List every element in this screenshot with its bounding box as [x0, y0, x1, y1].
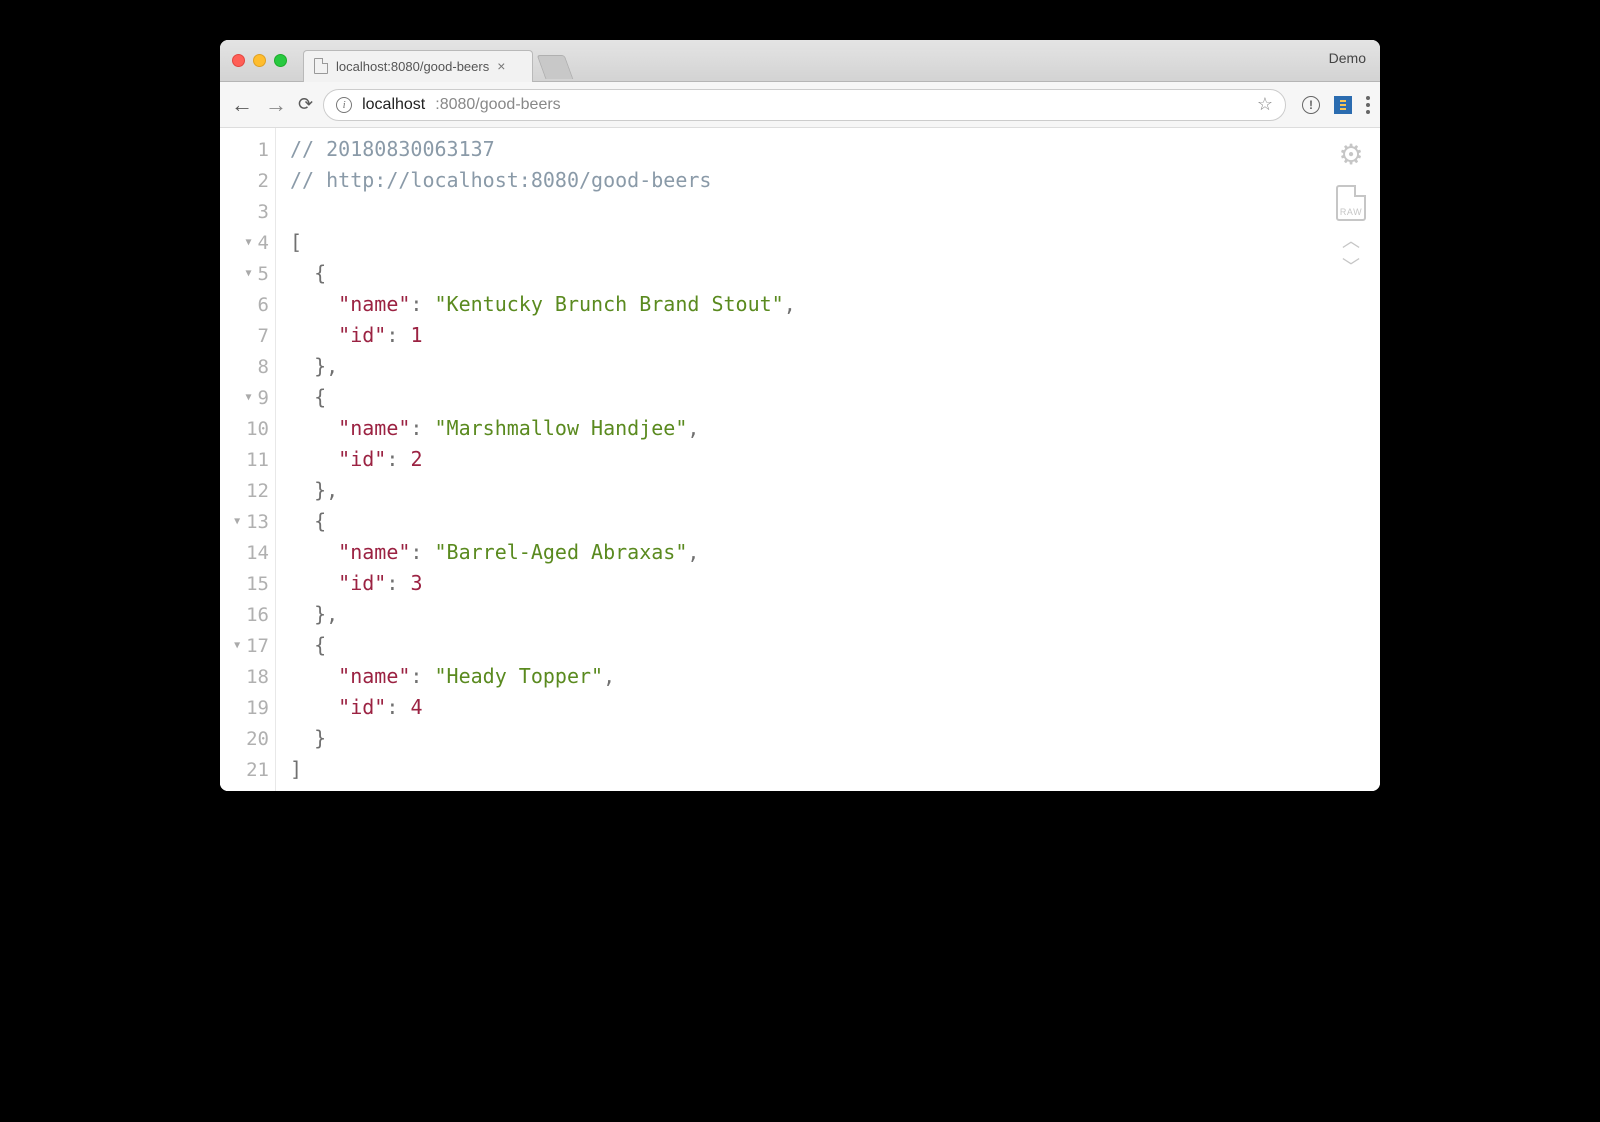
- traffic-lights: [232, 54, 287, 67]
- tab-strip: localhost:8080/good-beers × Demo: [220, 40, 1380, 82]
- close-tab-icon[interactable]: ×: [497, 58, 505, 74]
- line-number: 11: [220, 444, 275, 475]
- url-path: :8080/good-beers: [435, 96, 560, 114]
- line-number: 7: [220, 320, 275, 351]
- code-line: "id": 4: [290, 692, 1380, 723]
- code-line: // http://localhost:8080/good-beers: [290, 165, 1380, 196]
- code-line: "id": 2: [290, 444, 1380, 475]
- site-info-icon[interactable]: i: [336, 97, 352, 113]
- code-line: // 20180830063137: [290, 134, 1380, 165]
- toolbar-actions: !: [1296, 96, 1370, 114]
- line-number: 16: [220, 599, 275, 630]
- code-line: "id": 3: [290, 568, 1380, 599]
- url-host: localhost: [362, 96, 425, 114]
- forward-button[interactable]: →: [264, 92, 288, 118]
- chevron-down-icon[interactable]: ﹀: [1342, 261, 1360, 273]
- line-number: ▼4: [220, 227, 275, 258]
- profile-badge[interactable]: Demo: [1329, 50, 1366, 66]
- line-number: 19: [220, 692, 275, 723]
- line-number: 1: [220, 134, 275, 165]
- back-button[interactable]: ←: [230, 92, 254, 118]
- close-window-button[interactable]: [232, 54, 245, 67]
- code-line: [290, 196, 1380, 227]
- code-line: "name": "Barrel-Aged Abraxas",: [290, 537, 1380, 568]
- code-line: {: [290, 506, 1380, 537]
- line-number: 6: [220, 289, 275, 320]
- browser-tab[interactable]: localhost:8080/good-beers ×: [303, 50, 533, 82]
- fold-toggle-icon[interactable]: ▼: [234, 640, 240, 651]
- code-line: {: [290, 630, 1380, 661]
- tab-title: localhost:8080/good-beers: [336, 59, 489, 74]
- menu-button[interactable]: [1366, 96, 1370, 114]
- line-number: 15: [220, 568, 275, 599]
- fold-toggle-icon[interactable]: ▼: [246, 392, 252, 403]
- line-number: 8: [220, 351, 275, 382]
- line-number: 2: [220, 165, 275, 196]
- fold-toggle-icon[interactable]: ▼: [246, 237, 252, 248]
- reload-button[interactable]: ⟳: [298, 94, 313, 115]
- raw-toggle-button[interactable]: RAW: [1336, 185, 1366, 221]
- code-line: },: [290, 351, 1380, 382]
- extension-icon[interactable]: [1334, 96, 1352, 114]
- line-number-gutter: 123▼4▼5678▼9101112▼13141516▼1718192021: [220, 128, 276, 791]
- code-line: "name": "Heady Topper",: [290, 661, 1380, 692]
- line-number: 12: [220, 475, 275, 506]
- line-number: ▼17: [220, 630, 275, 661]
- line-number: 14: [220, 537, 275, 568]
- line-number: 20: [220, 723, 275, 754]
- minimize-window-button[interactable]: [253, 54, 266, 67]
- code-line: {: [290, 258, 1380, 289]
- fold-toggle-icon[interactable]: ▼: [234, 516, 240, 527]
- chevron-up-icon[interactable]: ︿: [1342, 235, 1360, 247]
- code-line: },: [290, 599, 1380, 630]
- code-line: "name": "Marshmallow Handjee",: [290, 413, 1380, 444]
- code-line: }: [290, 723, 1380, 754]
- viewer-tools: ⚙ RAW ︿ ﹀: [1336, 138, 1366, 273]
- page-content: 123▼4▼5678▼9101112▼13141516▼1718192021 /…: [220, 128, 1380, 791]
- code-line: },: [290, 475, 1380, 506]
- bookmark-star-icon[interactable]: ☆: [1257, 94, 1273, 115]
- line-number: ▼13: [220, 506, 275, 537]
- alert-icon[interactable]: !: [1302, 96, 1320, 114]
- line-number: 18: [220, 661, 275, 692]
- line-number: 21: [220, 754, 275, 785]
- json-viewer: // 20180830063137// http://localhost:808…: [276, 128, 1380, 791]
- address-bar[interactable]: i localhost :8080/good-beers ☆: [323, 89, 1286, 121]
- code-line: [: [290, 227, 1380, 258]
- code-line: "name": "Kentucky Brunch Brand Stout",: [290, 289, 1380, 320]
- line-number: ▼5: [220, 258, 275, 289]
- gear-icon[interactable]: ⚙: [1338, 138, 1363, 171]
- browser-window: localhost:8080/good-beers × Demo ← → ⟳ i…: [220, 40, 1380, 791]
- new-tab-button[interactable]: [537, 55, 574, 79]
- line-number: 10: [220, 413, 275, 444]
- file-icon: [314, 58, 328, 74]
- code-line: ]: [290, 754, 1380, 785]
- code-line: {: [290, 382, 1380, 413]
- toolbar: ← → ⟳ i localhost :8080/good-beers ☆ !: [220, 82, 1380, 128]
- code-line: "id": 1: [290, 320, 1380, 351]
- fullscreen-window-button[interactable]: [274, 54, 287, 67]
- line-number: ▼9: [220, 382, 275, 413]
- fold-toggle-icon[interactable]: ▼: [246, 268, 252, 279]
- line-number: 3: [220, 196, 275, 227]
